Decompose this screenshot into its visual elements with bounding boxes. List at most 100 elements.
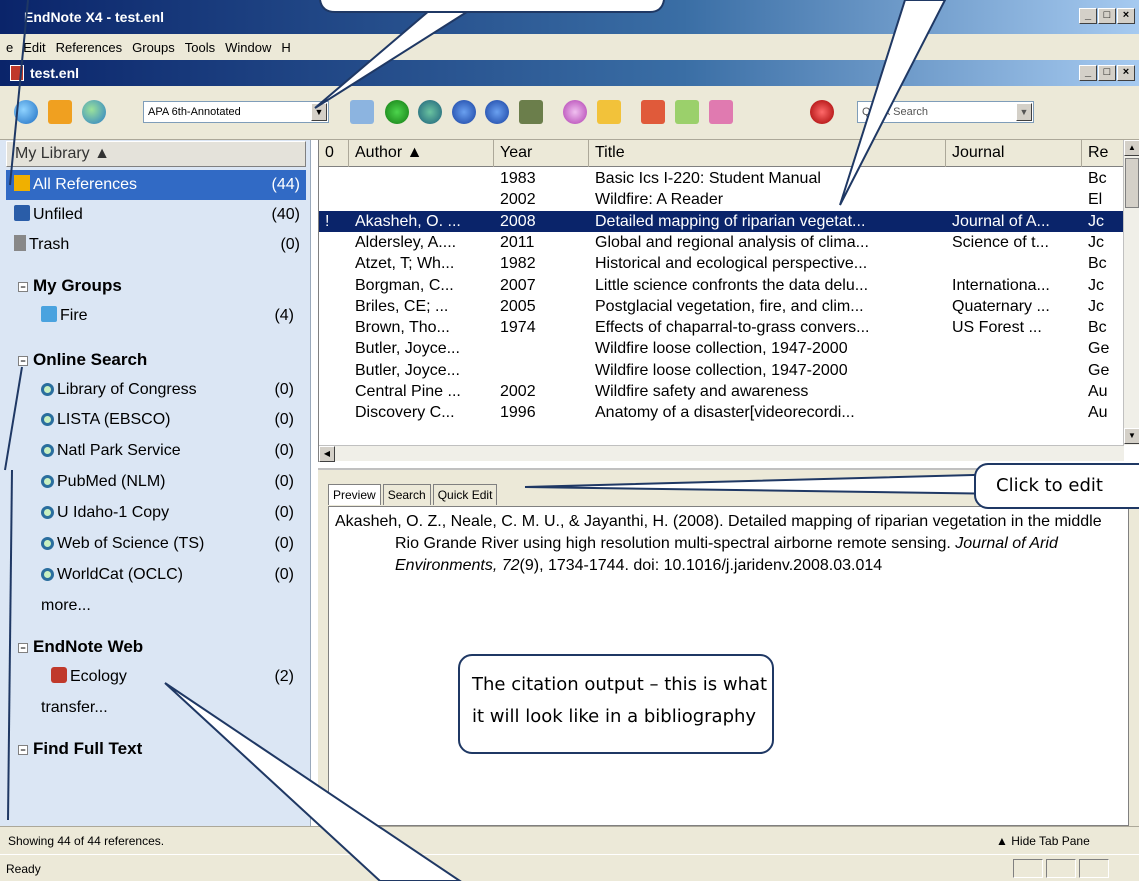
hide-tab-pane-button[interactable]: ▲ Hide Tab Pane [996,834,1090,848]
menu-window[interactable]: Window [225,40,271,55]
collapse-icon[interactable]: − [18,643,28,653]
copy-formatted-icon[interactable] [350,100,374,124]
table-row[interactable]: Borgman, C... 2007 Little science confront… [319,275,1124,296]
doc-close-button[interactable]: × [1117,65,1135,81]
menu-tools[interactable]: Tools [185,40,215,55]
group-all-references[interactable]: All References (44) [6,170,306,200]
output-style-select[interactable]: APA 6th-Annotated ▼ [143,101,329,123]
table-row[interactable]: 1983 Basic Ics I-220: Student Manual Bc [319,168,1124,189]
quick-search-input[interactable]: Quick Search ▼ [857,101,1034,123]
table-row[interactable]: Discovery C... 1996 Anatomy of a disaster[… [319,402,1124,423]
cell-year: 2008 [500,212,536,230]
find-full-text-icon[interactable] [519,100,543,124]
collapse-icon[interactable]: − [18,745,28,755]
menu-edit[interactable]: Edit [23,40,45,55]
my-library-header[interactable]: My Library ▲ [6,141,306,167]
chevron-down-icon[interactable]: ▼ [1016,103,1032,121]
table-row[interactable]: Briles, CE; ... 2005 Postglacial vegetatio… [319,296,1124,317]
endnote-web-transfer-link[interactable]: transfer... [41,693,241,723]
online-worldcat[interactable]: WorldCat (OCLC) (0) [41,560,294,590]
export-icon[interactable] [485,100,509,124]
scroll-left-icon[interactable]: ◀ [319,446,335,462]
doc-maximize-button[interactable]: □ [1098,65,1116,81]
group-trash[interactable]: Trash (0) [6,230,306,260]
online-pubmed[interactable]: PubMed (NLM) (0) [41,467,294,497]
document-title-bar: test.enl _ □ × [0,60,1139,86]
cell-author: Akasheh, O. ... [355,212,461,230]
tab-preview[interactable]: Preview [328,484,381,505]
scroll-thumb[interactable] [1125,158,1139,208]
magnifier-icon [41,568,54,581]
folder-icon [41,306,57,322]
table-row[interactable]: Butler, Joyce... Wildfire loose collectio… [319,360,1124,381]
table-row[interactable]: Atzet, T; Wh... 1982 Historical and ecolog… [319,253,1124,274]
column-author[interactable]: Author ▲ [349,140,494,167]
reference-list-horizontal-scrollbar[interactable]: ◀ [319,445,1124,462]
group-unfiled[interactable]: Unfiled (40) [6,200,306,230]
cell-author: Brown, Tho... [355,319,450,337]
online-search-icon[interactable] [418,100,442,124]
online-more-link[interactable]: more... [41,591,241,621]
cell-ref: Bc [1088,255,1107,273]
collapse-icon[interactable]: − [18,356,28,366]
online-lista-ebsco[interactable]: LISTA (EBSCO) (0) [41,405,294,435]
menu-groups[interactable]: Groups [132,40,175,55]
reference-count-status: Showing 44 of 44 references. [8,834,165,848]
table-row[interactable]: Central Pine ... 2002 Wildfire safety and … [319,381,1124,402]
menu-references[interactable]: References [56,40,122,55]
maximize-button[interactable]: □ [1098,8,1116,24]
endnote-web-header[interactable]: − EndNote Web [18,632,298,662]
open-file-icon[interactable] [597,100,621,124]
table-row[interactable]: ! Akasheh, O. ... 2008 Detailed mapping of … [319,210,1124,232]
column-title[interactable]: Title [589,140,946,167]
table-row[interactable]: Brown, Tho... 1974 Effects of chaparral-to… [319,317,1124,338]
online-u-idaho[interactable]: U Idaho-1 Copy (0) [41,498,294,528]
cell-year: 2005 [500,297,536,315]
column-year[interactable]: Year [494,140,589,167]
arrow-up-icon: ▲ [996,834,1008,848]
menu-file[interactable]: e [6,40,13,55]
new-reference-icon[interactable] [385,100,409,124]
help-icon[interactable] [810,100,834,124]
minimize-button[interactable]: _ [1079,8,1097,24]
cell-ref: Jc [1088,233,1104,251]
online-search-header[interactable]: − Online Search [18,345,298,375]
scroll-down-icon[interactable]: ▼ [1124,428,1139,444]
table-row[interactable]: Butler, Joyce... Wildfire loose collectio… [319,338,1124,359]
format-bibliography-icon[interactable] [675,100,699,124]
insert-citation-icon[interactable] [641,100,665,124]
magnifier-icon [41,444,54,457]
find-full-text-header[interactable]: − Find Full Text [18,734,298,764]
doc-minimize-button[interactable]: _ [1079,65,1097,81]
integrated-library-mode-icon[interactable] [82,100,106,124]
menu-help[interactable]: H [281,40,290,55]
return-to-word-icon[interactable] [709,100,733,124]
endnote-web-ecology[interactable]: Ecology (2) [41,662,294,692]
table-row[interactable]: 2002 Wildfire: A Reader El [319,189,1124,210]
online-natl-park-service[interactable]: Natl Park Service (0) [41,436,294,466]
my-groups-header[interactable]: − My Groups [18,271,298,301]
table-row[interactable]: Aldersley, A.... 2011 Global and regional … [319,232,1124,253]
close-button[interactable]: × [1117,8,1135,24]
column-journal[interactable]: Journal [946,140,1082,167]
group-fire[interactable]: Fire (4) [41,301,294,331]
tab-quick-edit[interactable]: Quick Edit [432,484,498,505]
endnote-document-icon [10,65,24,81]
app-title-bar: EndNote X4 - test.enl _ □ × [0,0,1139,34]
online-web-of-science[interactable]: Web of Science (TS) (0) [41,529,294,559]
reference-list-vertical-scrollbar[interactable]: ▲ ▼ [1123,140,1139,445]
online-library-of-congress[interactable]: Library of Congress (0) [41,375,294,405]
open-link-icon[interactable] [563,100,587,124]
column-attachment[interactable]: 0 [319,140,349,167]
cell-title: Global and regional analysis of clima... [595,233,869,251]
cell-journal: Journal of A... [952,212,1050,230]
column-reference-type[interactable]: Re [1082,140,1124,167]
tab-search[interactable]: Search [382,484,431,505]
collapse-icon[interactable]: − [18,282,28,292]
cell-ref: Au [1088,383,1108,400]
chevron-down-icon[interactable]: ▼ [311,103,327,121]
scroll-up-icon[interactable]: ▲ [1124,140,1139,156]
local-library-mode-icon[interactable] [14,100,38,124]
import-icon[interactable] [452,100,476,124]
online-search-mode-icon[interactable] [48,100,72,124]
